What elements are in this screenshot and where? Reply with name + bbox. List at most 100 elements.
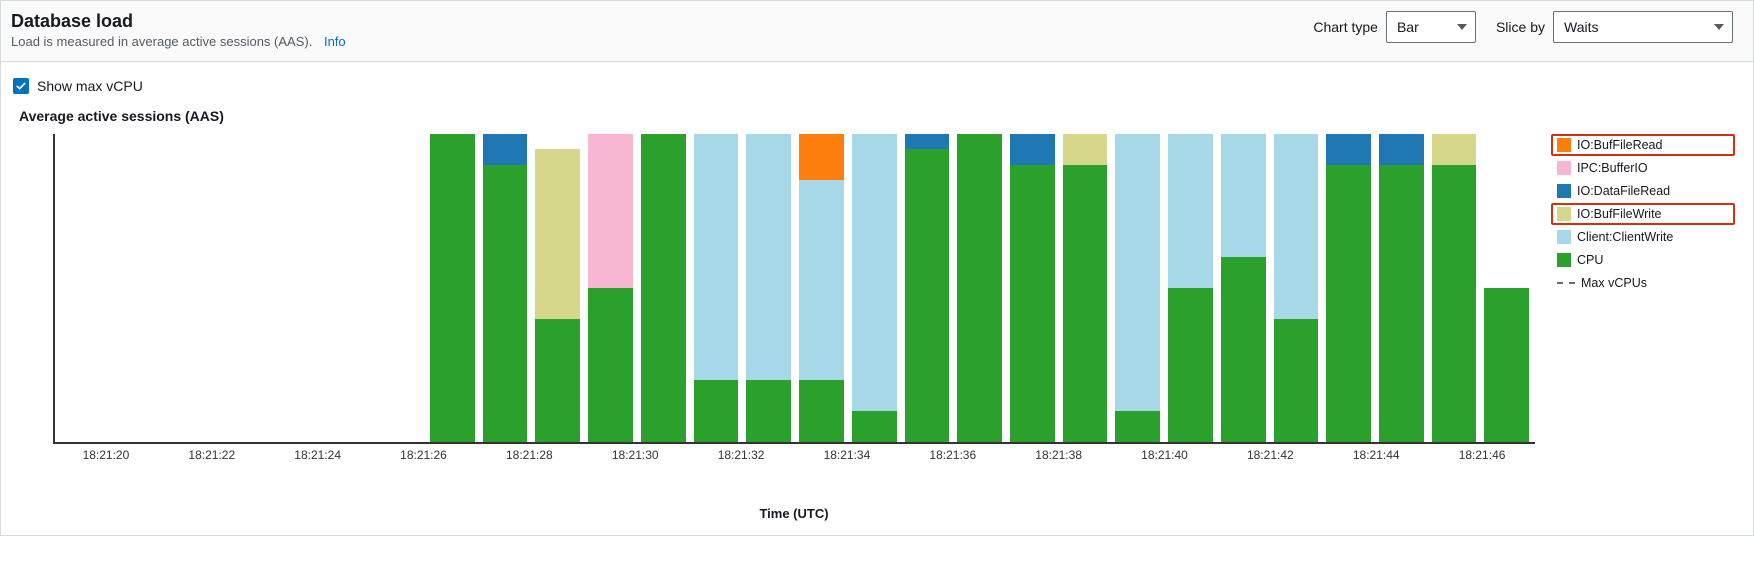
chart-bar[interactable] [799,134,844,442]
chart-bar[interactable] [1484,134,1529,442]
chart-bar[interactable] [746,134,791,442]
x-tick-label: 18:21:44 [1353,448,1400,462]
chart-bar[interactable] [430,134,475,442]
chart-segment [1484,288,1529,442]
legend-label: IO:BufFileRead [1577,138,1662,152]
chart-bar[interactable] [1115,134,1160,442]
chart-bar[interactable] [957,134,1002,442]
chart-bar[interactable] [61,134,106,442]
chart-x-axis: 18:21:2018:21:2218:21:2418:21:2618:21:28… [53,448,1535,488]
legend-label: IPC:BufferIO [1577,161,1648,175]
chart-bar[interactable] [272,134,317,442]
chart-segment [1379,134,1424,165]
legend-swatch [1557,184,1571,198]
x-tick-label: 18:21:38 [1035,448,1082,462]
show-max-vcpu-row: Show max vCPU [13,78,1741,94]
info-link[interactable]: Info [324,34,346,49]
legend-label: Max vCPUs [1581,276,1647,290]
legend-item-max-vcpu[interactable]: Max vCPUs [1551,272,1735,294]
x-tick-label: 18:21:42 [1247,448,1294,462]
panel-header: Database load Load is measured in averag… [1,1,1753,62]
chart-segment [1221,257,1266,442]
chart-bar[interactable] [535,134,580,442]
chart-segment [1010,134,1055,165]
chart-segment [1063,165,1108,442]
chart-bar[interactable] [1379,134,1424,442]
chart-type-value: Bar [1397,19,1419,35]
x-tick-label: 18:21:46 [1459,448,1506,462]
chart-segment [1326,165,1371,442]
chart-segment [588,288,633,442]
chart-bar[interactable] [1063,134,1108,442]
chart-bar[interactable] [377,134,422,442]
chart-bar[interactable] [1221,134,1266,442]
chart-segment [535,319,580,442]
chart-segment [483,165,528,442]
legend-item-buffilewrite[interactable]: IO:BufFileWrite [1551,203,1735,225]
chart-segment [1115,134,1160,411]
chart-segment [641,134,686,442]
legend-swatch-dash [1557,282,1575,284]
legend-item-cpu[interactable]: CPU [1551,249,1735,271]
chart-bar[interactable] [1326,134,1371,442]
show-max-vcpu-label: Show max vCPU [37,78,143,94]
chart-segment [694,380,739,442]
show-max-vcpu-checkbox[interactable] [13,78,29,94]
legend-label: IO:DataFileRead [1577,184,1670,198]
chart-bar[interactable] [588,134,633,442]
legend-swatch [1557,207,1571,221]
chart-segment [799,134,844,180]
chart-bar[interactable] [694,134,739,442]
x-tick-label: 18:21:20 [83,448,130,462]
chart-bar[interactable] [1010,134,1055,442]
chart-segment [694,134,739,380]
chart-segment [1115,411,1160,442]
chart-segment [1326,134,1371,165]
chart-bar[interactable] [483,134,528,442]
legend-label: IO:BufFileWrite [1577,207,1662,221]
chart-segment [799,180,844,380]
chart-segment [852,411,897,442]
x-tick-label: 18:21:22 [188,448,235,462]
panel-title: Database load [11,11,346,32]
legend-item-buffileread[interactable]: IO:BufFileRead [1551,134,1735,156]
chart-bars [61,134,1529,442]
caret-down-icon [1457,24,1467,30]
chart-bar[interactable] [905,134,950,442]
chart-x-label: Time (UTC) [53,506,1535,521]
chart-bar[interactable] [1432,134,1477,442]
chart-type-select[interactable]: Bar [1386,11,1476,43]
x-tick-label: 18:21:32 [718,448,765,462]
checkmark-icon [15,80,27,92]
chart-segment [430,134,475,442]
chart-plot [53,134,1535,444]
chart-bar[interactable] [641,134,686,442]
chart-bar[interactable] [1274,134,1319,442]
chart-title: Average active sessions (AAS) [19,108,1741,124]
x-tick-label: 18:21:26 [400,448,447,462]
chart-bar[interactable] [1168,134,1213,442]
chart-bar[interactable] [325,134,370,442]
chart-type-label: Chart type [1313,19,1378,35]
chart-segment [1379,165,1424,442]
legend-item-clientwrite[interactable]: Client:ClientWrite [1551,226,1735,248]
chart-segment [1432,134,1477,165]
legend-item-bufferio[interactable]: IPC:BufferIO [1551,157,1735,179]
chart-bar[interactable] [114,134,159,442]
chart-bar[interactable] [852,134,897,442]
chart-bar[interactable] [219,134,264,442]
chart-segment [905,149,950,442]
chart-area: 18:21:2018:21:2218:21:2418:21:2618:21:28… [13,134,1551,521]
legend-item-datafileread[interactable]: IO:DataFileRead [1551,180,1735,202]
chart-segment [852,134,897,411]
database-load-panel: Database load Load is measured in averag… [0,0,1754,536]
slice-by-select[interactable]: Waits [1553,11,1733,43]
chart-segment [1063,134,1108,165]
panel-subtitle: Load is measured in average active sessi… [11,34,312,49]
x-tick-label: 18:21:24 [294,448,341,462]
chart-legend: IO:BufFileRead IPC:BufferIO IO:DataFileRea… [1551,134,1741,295]
chart-segment [746,134,791,380]
legend-label: CPU [1577,253,1603,267]
chart-segment [1010,165,1055,442]
chart-bar[interactable] [166,134,211,442]
